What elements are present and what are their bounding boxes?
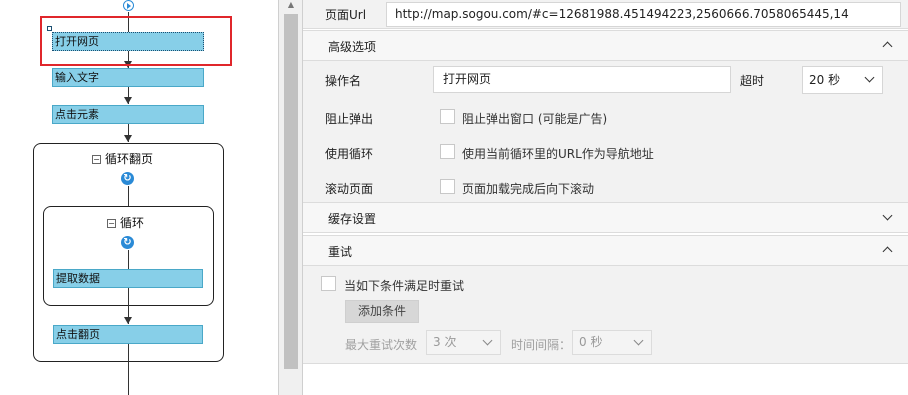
retry-checkbox[interactable]: [321, 276, 336, 291]
use-loop-checkbox[interactable]: [440, 144, 455, 159]
connector-line: [128, 250, 129, 269]
advanced-options-body: 操作名 打开网页 超时 20 秒 阻止弹出 阻止弹出窗口 (可能是广告) 使用循…: [303, 61, 908, 203]
block-popup-checkbox[interactable]: [440, 109, 455, 124]
connector-arrow: [124, 317, 132, 324]
cache-settings-header[interactable]: 缓存设置: [303, 202, 908, 233]
retry-title: 重试: [328, 245, 353, 259]
block-popup-checkbox-label[interactable]: 阻止弹出窗口 (可能是广告): [462, 110, 607, 127]
settings-panel: 页面Url http://map.sogou.com/#c=12681988.4…: [303, 0, 908, 395]
connector-arrow: [124, 135, 132, 142]
step-click-element[interactable]: 点击元素: [52, 105, 204, 124]
loop-icon: ↻: [121, 172, 134, 185]
timeout-label: 超时: [740, 74, 765, 88]
max-retry-select[interactable]: 3 次: [426, 330, 501, 355]
loop-inner-title[interactable]: − 循环: [107, 214, 144, 231]
connector-line: [128, 362, 129, 395]
chevron-down-icon: [864, 72, 875, 83]
retry-header[interactable]: 重试: [303, 235, 908, 266]
use-loop-label: 使用循环: [325, 147, 374, 161]
step-click-next-page[interactable]: 点击翻页: [53, 325, 203, 344]
timeout-value: 20 秒: [809, 73, 841, 87]
panel-empty-area: [303, 365, 908, 395]
connector-arrow: [124, 97, 132, 104]
workflow-canvas[interactable]: 打开网页 输入文字 点击元素 − 循环翻页 ↻ − 循环 ↻ 提取数据 点击翻页: [0, 0, 278, 395]
operation-name-label: 操作名: [325, 74, 362, 88]
collapse-icon[interactable]: −: [92, 155, 101, 164]
timeout-select[interactable]: 20 秒: [802, 66, 883, 94]
loop-icon: ↻: [121, 236, 134, 249]
collapse-icon[interactable]: −: [107, 219, 116, 228]
page-url-row: 页面Url http://map.sogou.com/#c=12681988.4…: [303, 0, 908, 29]
start-icon: [123, 0, 134, 11]
add-condition-button[interactable]: 添加条件: [345, 300, 419, 323]
retry-interval-select[interactable]: 0 秒: [572, 330, 652, 355]
selection-handle[interactable]: [47, 26, 52, 31]
scroll-up-arrow-icon[interactable]: ▲: [285, 0, 297, 10]
block-popup-label: 阻止弹出: [325, 112, 374, 126]
scrollbar-thumb[interactable]: [284, 14, 298, 369]
scroll-page-checkbox-label[interactable]: 页面加载完成后向下滚动: [462, 180, 594, 197]
scroll-page-label: 滚动页面: [325, 182, 374, 196]
page-url-label: 页面Url: [325, 8, 367, 22]
loop-paging-title[interactable]: − 循环翻页: [92, 150, 153, 167]
cache-settings-title: 缓存设置: [328, 212, 377, 226]
chevron-down-icon[interactable]: [883, 212, 892, 221]
scroll-page-checkbox[interactable]: [440, 179, 455, 194]
step-extract-data[interactable]: 提取数据: [53, 269, 203, 288]
advanced-options-header[interactable]: 高级选项: [303, 30, 908, 61]
connector-line: [128, 186, 129, 206]
chevron-up-icon[interactable]: [883, 40, 892, 49]
loop-inner-label: 循环: [120, 216, 145, 230]
connector-line: [128, 344, 129, 362]
use-loop-checkbox-label[interactable]: 使用当前循环里的URL作为导航地址: [462, 145, 654, 162]
retry-interval-value: 0 秒: [579, 335, 603, 349]
retry-interval-label: 时间间隔：: [511, 338, 572, 352]
max-retry-value: 3 次: [433, 335, 457, 349]
step-input-text[interactable]: 输入文字: [52, 68, 204, 87]
loop-paging-label: 循环翻页: [105, 152, 154, 166]
retry-checkbox-label[interactable]: 当如下条件满足时重试: [344, 277, 464, 294]
chevron-up-icon[interactable]: [883, 245, 892, 254]
step-open-page[interactable]: 打开网页: [52, 32, 204, 51]
operation-name-input[interactable]: 打开网页: [433, 66, 731, 93]
retry-body: 当如下条件满足时重试 添加条件 最大重试次数 3 次 时间间隔： 0 秒: [303, 266, 908, 364]
connector-line: [128, 288, 129, 306]
max-retry-label: 最大重试次数: [345, 338, 418, 352]
chevron-down-icon: [482, 335, 493, 346]
advanced-options-title: 高级选项: [328, 40, 377, 54]
page-url-input[interactable]: http://map.sogou.com/#c=12681988.4514942…: [386, 2, 901, 27]
chevron-down-icon: [633, 335, 644, 346]
